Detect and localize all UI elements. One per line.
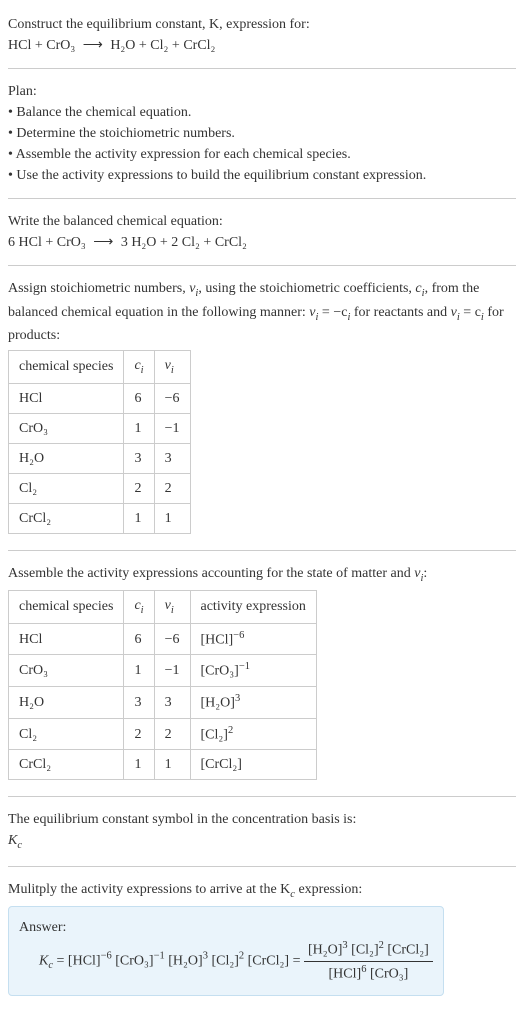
answer-label: Answer:: [19, 917, 433, 938]
table-header-row: chemical species ci νi activity expressi…: [9, 591, 317, 624]
table-row: H₂O33: [9, 443, 191, 473]
table-row: H₂O33[H₂O]3: [9, 687, 317, 719]
activity-text: Assemble the activity expressions accoun…: [8, 563, 516, 587]
answer-box: Answer: Kc = [HCl]−6 [CrO₃]−1 [H₂O]3 [Cl…: [8, 906, 444, 995]
table-header: ci: [124, 591, 154, 624]
header-section: Construct the equilibrium constant, K, e…: [8, 8, 516, 62]
table-row: CrO₃1−1: [9, 413, 191, 443]
table-row: HCl6−6: [9, 383, 191, 413]
divider: [8, 265, 516, 266]
fraction: [H₂O]3 [Cl₂]2 [CrCl₂][HCl]6 [CrO₃]: [304, 938, 433, 984]
kc-symbol: Kc: [8, 830, 516, 854]
balanced-title: Write the balanced chemical equation:: [8, 211, 516, 232]
divider: [8, 796, 516, 797]
divider: [8, 198, 516, 199]
table-header-row: chemical species ci νi: [9, 351, 191, 384]
table-header: activity expression: [190, 591, 316, 624]
balanced-section: Write the balanced chemical equation: 6 …: [8, 205, 516, 259]
table-header: chemical species: [9, 351, 124, 384]
stoich-section: Assign stoichiometric numbers, νi, using…: [8, 272, 516, 544]
symbol-section: The equilibrium constant symbol in the c…: [8, 803, 516, 860]
plan-item: • Determine the stoichiometric numbers.: [8, 123, 516, 144]
divider: [8, 866, 516, 867]
arrow-icon: ⟶: [83, 35, 103, 56]
table-row: CrCl₂11[CrCl₂]: [9, 750, 317, 780]
plan-title: Plan:: [8, 81, 516, 102]
plan-item: • Use the activity expressions to build …: [8, 165, 516, 186]
table-header: ci: [124, 351, 154, 384]
plan-section: Plan: • Balance the chemical equation. •…: [8, 75, 516, 192]
symbol-text: The equilibrium constant symbol in the c…: [8, 809, 516, 830]
table-row: Cl₂22: [9, 473, 191, 503]
table-row: Cl₂22[Cl₂]2: [9, 718, 317, 750]
table-row: CrO₃1−1[CrO₃]−1: [9, 655, 317, 687]
table-row: CrCl₂11: [9, 503, 191, 533]
stoich-table: chemical species ci νi HCl6−6 CrO₃1−1 H₂…: [8, 350, 191, 534]
table-header: νi: [154, 591, 190, 624]
divider: [8, 68, 516, 69]
unbalanced-equation: HCl + CrO₃ ⟶ H₂O + Cl₂ + CrCl₂: [8, 35, 516, 56]
arrow-icon: ⟶: [93, 232, 113, 253]
stoich-text: Assign stoichiometric numbers, νi, using…: [8, 278, 516, 346]
table-header: νi: [154, 351, 190, 384]
divider: [8, 550, 516, 551]
multiply-text: Mulitply the activity expressions to arr…: [8, 879, 516, 903]
multiply-section: Mulitply the activity expressions to arr…: [8, 873, 516, 1002]
table-row: HCl6−6[HCl]−6: [9, 623, 317, 655]
activity-table: chemical species ci νi activity expressi…: [8, 590, 317, 780]
plan-item: • Balance the chemical equation.: [8, 102, 516, 123]
plan-item: • Assemble the activity expression for e…: [8, 144, 516, 165]
answer-expression: Kc = [HCl]−6 [CrO₃]−1 [H₂O]3 [Cl₂]2 [CrC…: [39, 938, 433, 984]
activity-section: Assemble the activity expressions accoun…: [8, 557, 516, 791]
prompt-text: Construct the equilibrium constant, K, e…: [8, 14, 516, 35]
table-header: chemical species: [9, 591, 124, 624]
balanced-equation: 6 HCl + CrO₃ ⟶ 3 H₂O + 2 Cl₂ + CrCl₂: [8, 232, 516, 253]
